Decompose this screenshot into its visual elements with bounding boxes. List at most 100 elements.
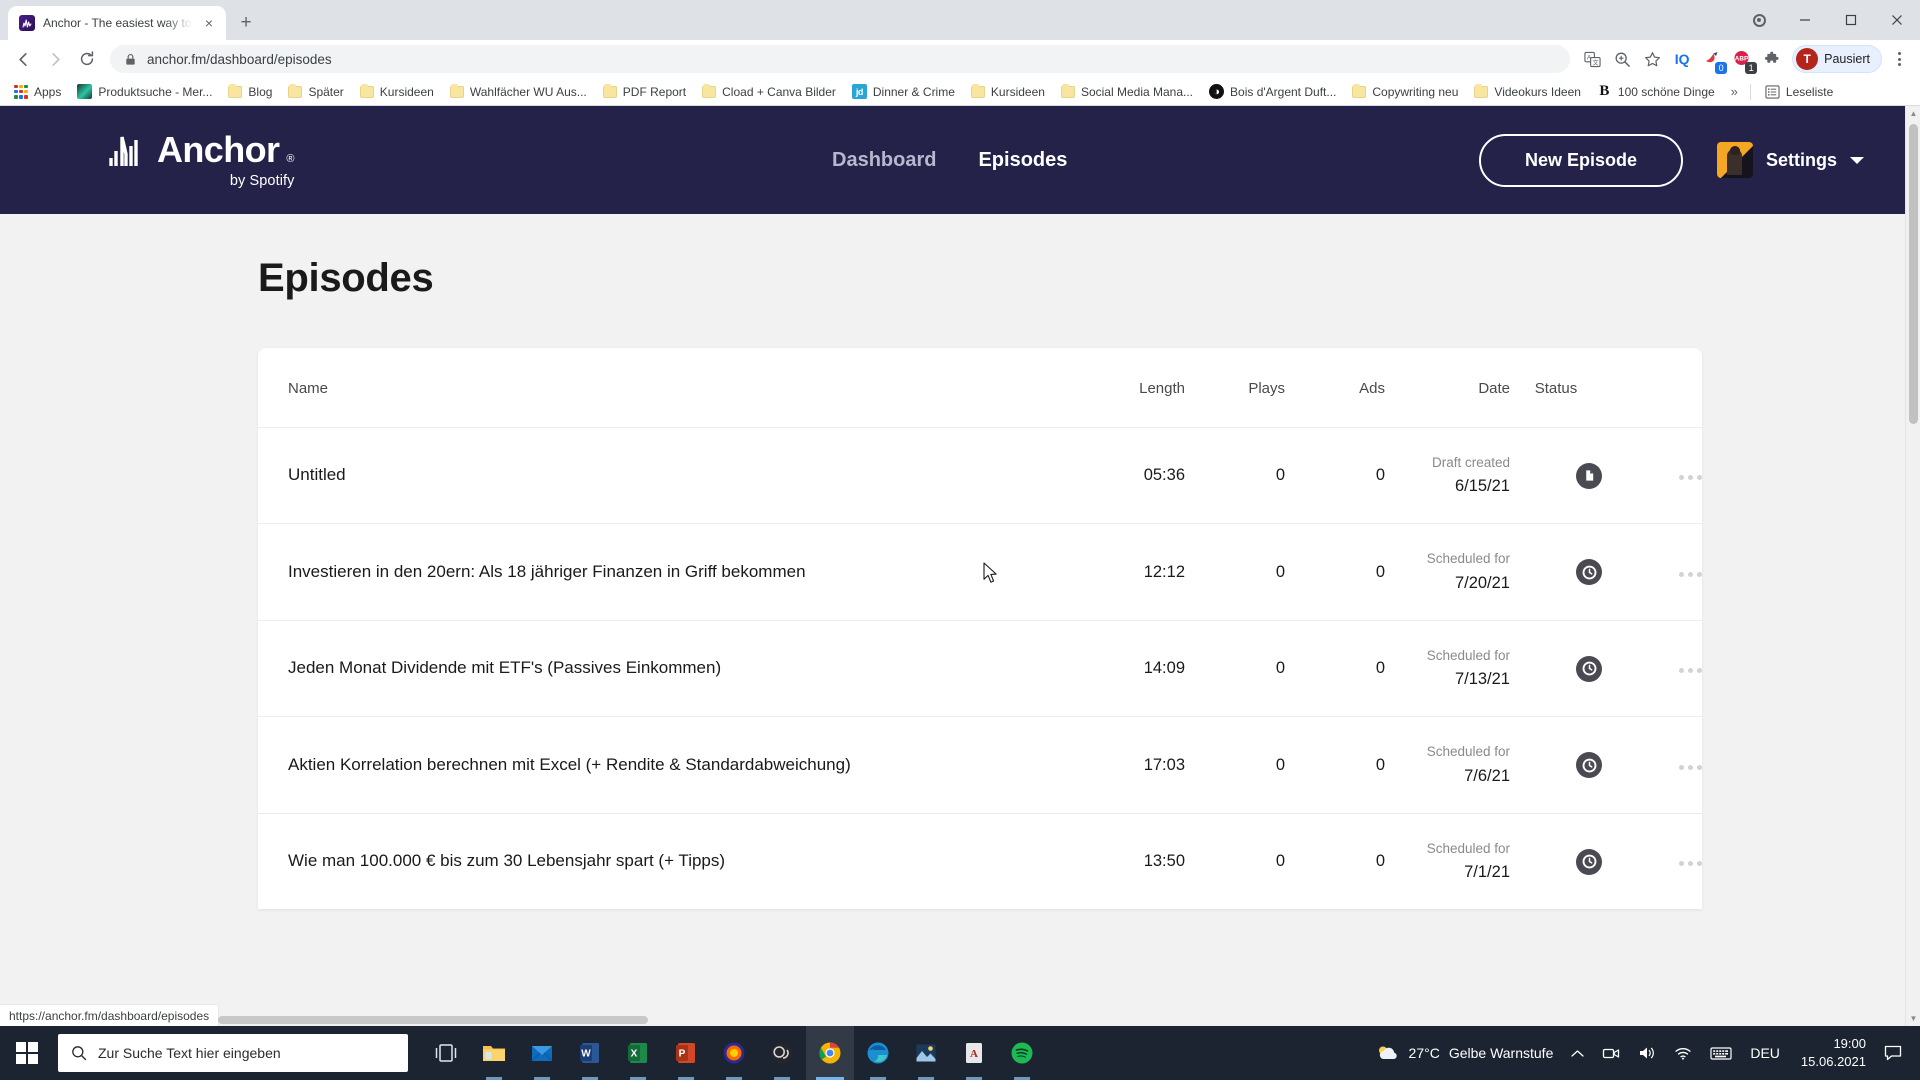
more-options-icon[interactable]: [1679, 861, 1702, 867]
reload-icon[interactable]: [72, 44, 102, 74]
bookmark-social-media[interactable]: Social Media Mana...: [1053, 81, 1201, 103]
bookmark-bois-dargent[interactable]: ◑ Bois d'Argent Duft...: [1201, 81, 1344, 103]
keyboard-icon[interactable]: [1701, 1026, 1741, 1080]
episode-name[interactable]: Investieren in den 20ern: Als 18 jährige…: [258, 523, 1075, 621]
settings-menu[interactable]: Settings: [1716, 142, 1864, 178]
task-view-icon[interactable]: [422, 1026, 470, 1080]
bookmark-star-icon[interactable]: [1638, 45, 1666, 73]
bookmark-blog[interactable]: Blog: [220, 81, 280, 103]
acrobat-icon[interactable]: A: [950, 1026, 998, 1080]
bookmark-apps[interactable]: Apps: [6, 81, 69, 103]
close-icon[interactable]: ×: [200, 14, 218, 32]
chrome-menu-icon[interactable]: [1886, 45, 1912, 73]
column-header-ads[interactable]: Ads: [1285, 348, 1385, 428]
bookmark-kursideen-1[interactable]: Kursideen: [352, 81, 442, 103]
bookmark-100-schoene-dinge[interactable]: B 100 schöne Dinge: [1589, 81, 1723, 103]
episode-actions[interactable]: [1602, 619, 1702, 717]
obs-icon[interactable]: [758, 1026, 806, 1080]
powerpoint-icon[interactable]: P: [662, 1026, 710, 1080]
bookmark-pdf-report[interactable]: PDF Report: [595, 81, 694, 103]
more-options-icon[interactable]: [1679, 475, 1702, 481]
column-header-status[interactable]: Status: [1510, 348, 1602, 428]
column-header-name[interactable]: Name: [258, 348, 1075, 428]
more-options-icon[interactable]: [1679, 668, 1702, 674]
table-row[interactable]: Aktien Korrelation berechnen mit Excel (…: [258, 716, 1702, 814]
firefox-icon[interactable]: [710, 1026, 758, 1080]
episode-name[interactable]: Jeden Monat Dividende mit ETF's (Passive…: [258, 619, 1075, 717]
bookmarks-overflow-icon[interactable]: »: [1725, 84, 1744, 99]
bookmark-cload-canva[interactable]: Cload + Canva Bilder: [694, 81, 844, 103]
episode-actions[interactable]: [1602, 812, 1702, 910]
mail-icon[interactable]: [518, 1026, 566, 1080]
user-avatar[interactable]: [1716, 142, 1753, 178]
horizontal-scrollbar[interactable]: [0, 1014, 1905, 1026]
translate-icon[interactable]: A文: [1578, 45, 1606, 73]
wifi-icon[interactable]: [1665, 1026, 1701, 1080]
table-row[interactable]: Investieren in den 20ern: Als 18 jährige…: [258, 523, 1702, 621]
weather-widget[interactable]: 27°C Gelbe Warnstufe: [1367, 1026, 1563, 1080]
bookmark-copywriting[interactable]: Copywriting neu: [1344, 81, 1466, 103]
more-options-icon[interactable]: [1679, 571, 1702, 577]
scrollbar-thumb[interactable]: [1909, 124, 1918, 424]
episode-actions[interactable]: [1602, 716, 1702, 814]
zoom-icon[interactable]: [1608, 45, 1636, 73]
scheduled-clock-icon[interactable]: [1576, 559, 1602, 586]
browser-tab[interactable]: Anchor - The easiest way to mak ×: [8, 6, 226, 40]
iq-extension-icon[interactable]: IQ: [1668, 45, 1696, 73]
chrome-icon[interactable]: [806, 1026, 854, 1080]
h-scrollbar-thumb[interactable]: [218, 1016, 648, 1024]
bookmark-wahlfaecher[interactable]: Wahlfächer WU Aus...: [442, 81, 595, 103]
nav-item-episodes[interactable]: Episodes: [978, 149, 1067, 172]
table-row[interactable]: Wie man 100.000 € bis zum 30 Lebensjahr …: [258, 812, 1702, 910]
clock[interactable]: 19:00 15.06.2021: [1789, 1035, 1878, 1070]
column-header-date[interactable]: Date: [1385, 348, 1510, 428]
column-header-length[interactable]: Length: [1075, 348, 1185, 428]
episode-actions[interactable]: [1602, 523, 1702, 621]
anchor-logo[interactable]: Anchor ® by Spotify: [108, 132, 295, 189]
bird-extension-icon[interactable]: 0: [1698, 45, 1728, 74]
minimize-button[interactable]: [1782, 0, 1828, 40]
column-header-plays[interactable]: Plays: [1185, 348, 1285, 428]
forward-icon[interactable]: [40, 44, 70, 74]
bookmark-produktsuche[interactable]: Produktsuche - Mer...: [69, 81, 220, 103]
record-indicator[interactable]: [1736, 0, 1782, 40]
episode-name[interactable]: Untitled: [258, 426, 1075, 524]
scheduled-clock-icon[interactable]: [1576, 655, 1602, 682]
notification-center-icon[interactable]: [1878, 1026, 1914, 1080]
profile-chip[interactable]: T Pausiert: [1792, 45, 1882, 73]
draft-document-icon[interactable]: [1576, 462, 1602, 489]
language-indicator[interactable]: ˄ DEU: [1741, 1026, 1789, 1080]
word-icon[interactable]: W: [566, 1026, 614, 1080]
table-row[interactable]: Jeden Monat Dividende mit ETF's (Passive…: [258, 619, 1702, 717]
new-episode-button[interactable]: New Episode: [1478, 133, 1683, 187]
taskbar-search[interactable]: Zur Suche Text hier eingeben: [58, 1034, 408, 1072]
adblock-extension-icon[interactable]: ABP 1: [1728, 45, 1758, 74]
back-icon[interactable]: [8, 44, 38, 74]
edge-icon[interactable]: [854, 1026, 902, 1080]
volume-icon[interactable]: [1629, 1026, 1665, 1080]
maximize-button[interactable]: [1828, 0, 1874, 40]
start-button[interactable]: [0, 1026, 54, 1080]
table-row[interactable]: Untitled 05:36 0 0 Draft created 6/15/21: [258, 426, 1702, 524]
address-bar[interactable]: anchor.fm/dashboard/episodes: [110, 45, 1571, 73]
scroll-down-arrow[interactable]: ▼: [1906, 1011, 1920, 1026]
bookmark-dinner-crime[interactable]: jd Dinner & Crime: [844, 81, 963, 103]
new-tab-button[interactable]: +: [232, 9, 260, 37]
bookmark-videokurs[interactable]: Videokurs Ideen: [1466, 81, 1589, 103]
episode-name[interactable]: Aktien Korrelation berechnen mit Excel (…: [258, 716, 1075, 814]
excel-icon[interactable]: X: [614, 1026, 662, 1080]
photos-icon[interactable]: [902, 1026, 950, 1080]
bookmark-spaeter[interactable]: Später: [280, 81, 351, 103]
bookmark-kursideen-2[interactable]: Kursideen: [963, 81, 1053, 103]
more-options-icon[interactable]: [1679, 764, 1702, 770]
episode-name[interactable]: Wie man 100.000 € bis zum 30 Lebensjahr …: [258, 812, 1075, 910]
extensions-puzzle-icon[interactable]: [1758, 45, 1786, 73]
file-explorer-icon[interactable]: [470, 1026, 518, 1080]
meet-camera-icon[interactable]: [1593, 1026, 1629, 1080]
scheduled-clock-icon[interactable]: [1576, 752, 1602, 779]
reading-list-button[interactable]: Leseliste: [1757, 81, 1841, 103]
tray-expand-icon[interactable]: [1562, 1026, 1593, 1080]
scheduled-clock-icon[interactable]: [1576, 848, 1602, 875]
scroll-up-arrow[interactable]: ▲: [1906, 106, 1920, 121]
spotify-icon[interactable]: [998, 1026, 1046, 1080]
